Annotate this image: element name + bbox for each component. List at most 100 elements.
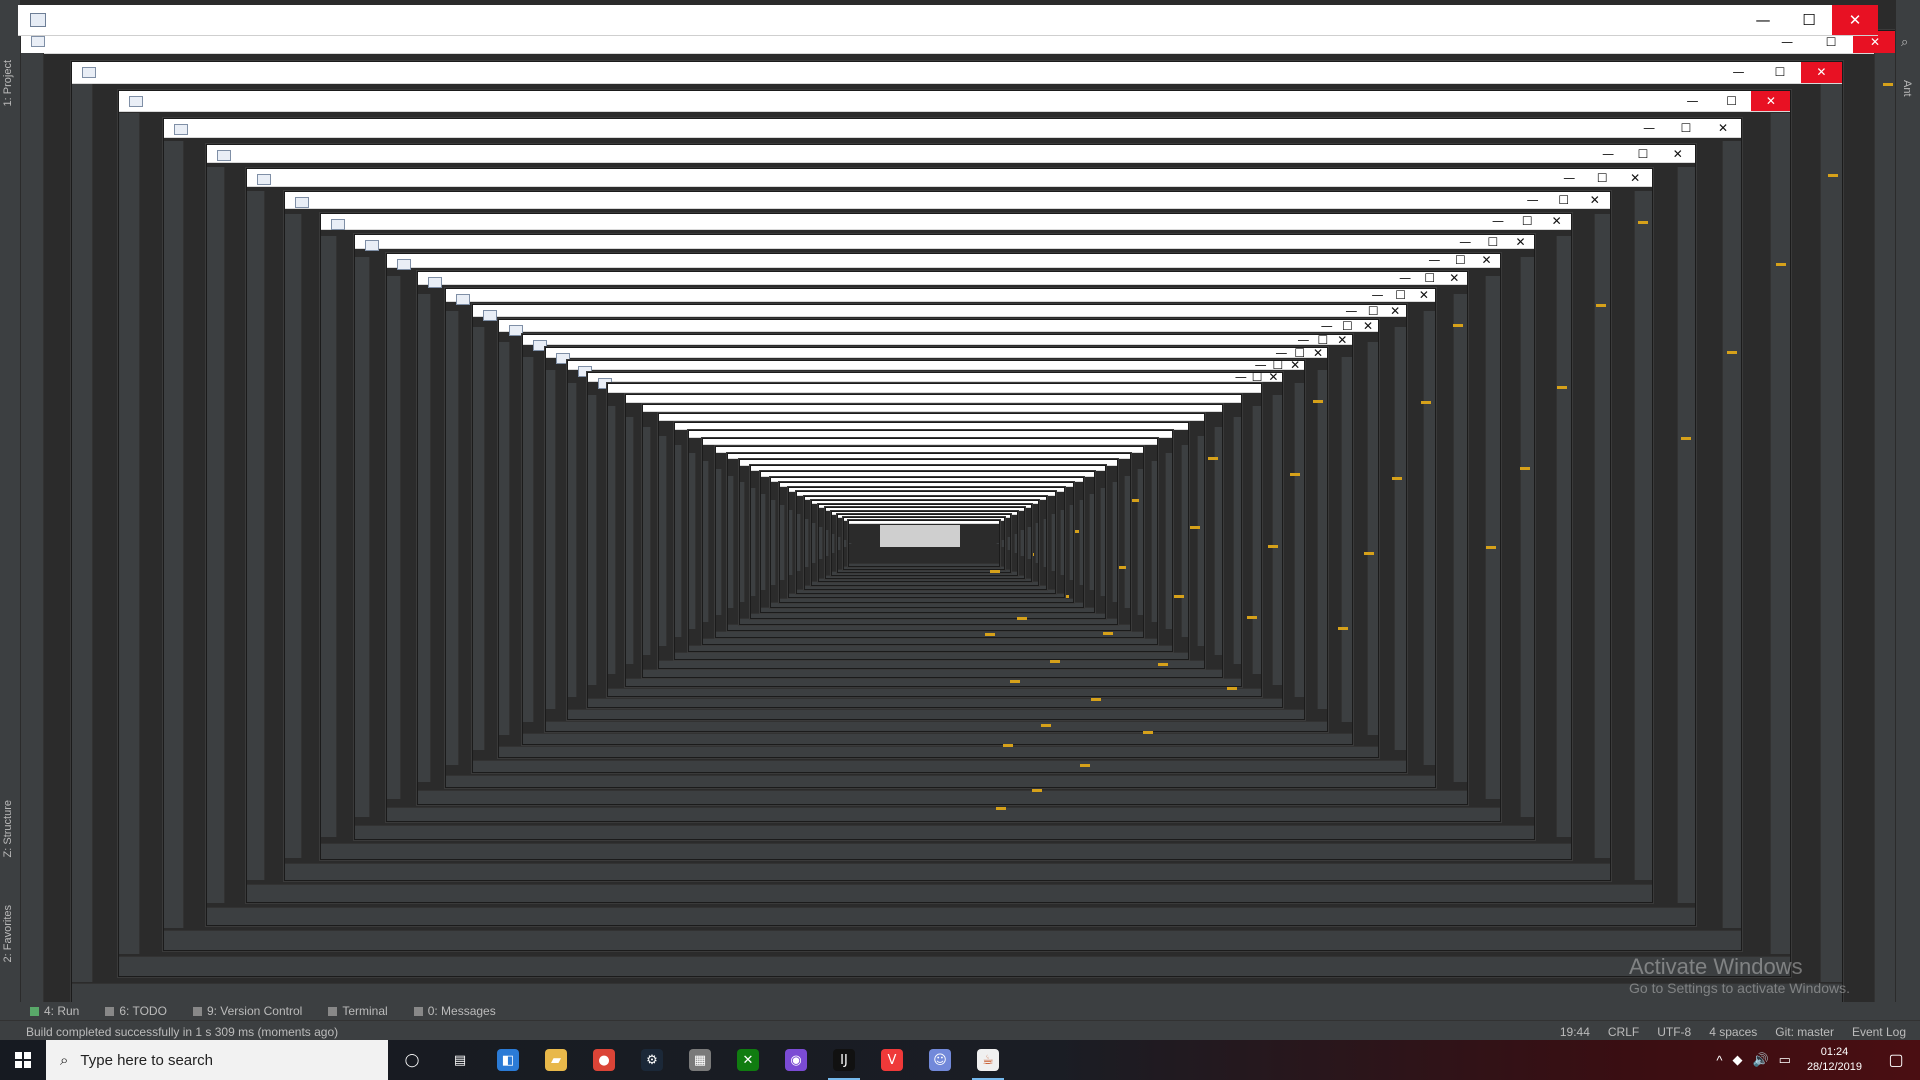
tool-window-terminal[interactable]: Terminal <box>328 1004 388 1018</box>
store-taskbar-button[interactable]: ◧ <box>484 1040 532 1080</box>
nested-left-strip <box>843 539 847 547</box>
nested-right-strip <box>1059 504 1074 598</box>
nested-right-strip <box>1820 84 1843 983</box>
nested-app-icon <box>129 96 144 108</box>
window-title-bar[interactable]: — ☐ ✕ <box>18 5 1878 36</box>
nested-status-bar <box>499 746 1379 758</box>
nested-app-icon <box>31 36 45 47</box>
nested-minimize-button: — <box>1399 271 1412 286</box>
nested-left-strip <box>119 113 140 955</box>
search-icon[interactable]: ⌕ <box>1901 34 1908 50</box>
discord-icon: ☺ <box>929 1049 951 1071</box>
recursive-window-tunnel: — ☐ ✕ — ☐ ✕ — ☐ ✕ — ☐ ✕ — ☐ ✕ — ☐ ✕ — ☐ ✕ — ☐ ✕ — ☐ ✕ — ☐ ✕ — ☐ ✕ — ☐ ✕ — ☐ ✕ —… <box>0 0 1920 1040</box>
nested-maximize-button: ☐ <box>1680 121 1692 136</box>
nested-title-bar: — ☐ ✕ <box>285 192 1611 209</box>
nested-close-button: ✕ <box>1337 332 1348 347</box>
nested-maximize-button: ☐ <box>1596 170 1608 185</box>
cortana-taskbar-button[interactable]: ◯ <box>388 1040 436 1080</box>
nested-title-bar: — ☐ ✕ <box>164 118 1742 139</box>
nested-left-strip <box>739 482 746 602</box>
java-taskbar-button[interactable]: ☕ <box>964 1040 1012 1080</box>
nested-right-strip <box>1016 526 1031 620</box>
nested-right-strip <box>1267 394 1282 686</box>
media-taskbar-button[interactable]: ◉ <box>772 1040 820 1080</box>
nested-left-strip <box>788 509 794 576</box>
nested-left-strip <box>805 518 809 567</box>
nested-marker <box>1208 456 1219 460</box>
nested-minimize-button: — <box>1643 121 1656 136</box>
nested-status-bar <box>321 843 1572 859</box>
maximize-button[interactable]: ☐ <box>1786 5 1832 35</box>
vivaldi-taskbar-button[interactable]: V <box>868 1040 916 1080</box>
file-explorer-taskbar-button[interactable]: ▰ <box>532 1040 580 1080</box>
nested-marker <box>1828 174 1839 178</box>
volume-icon[interactable]: 🔊 <box>1752 1052 1768 1068</box>
start-button[interactable] <box>0 1040 46 1080</box>
nested-minimize-button: — <box>1428 253 1441 268</box>
nested-marker <box>1091 698 1102 702</box>
taskbar-search[interactable]: ⌕ <box>46 1040 388 1080</box>
event-log-button[interactable]: Event Log <box>1852 1025 1906 1039</box>
nested-left-strip <box>321 236 337 837</box>
nested-marker <box>1392 477 1403 481</box>
clock[interactable]: 01:24 28/12/2019 <box>1801 1045 1868 1075</box>
nested-maximize-button: ☐ <box>1395 287 1407 302</box>
nested-left-strip <box>417 294 431 782</box>
tool-window-messages[interactable]: 0: Messages <box>413 1004 496 1018</box>
left-tool-strip: 1: Project Z: Structure 2: Favorites <box>0 0 21 1028</box>
nested-maximize-button: ☐ <box>1367 303 1379 318</box>
indent-setting[interactable]: 4 spaces <box>1709 1025 1757 1039</box>
java-icon: ☕ <box>977 1049 999 1071</box>
nested-right-strip <box>1091 488 1106 702</box>
nested-minimize-button: — <box>1459 234 1472 249</box>
nested-close-button: ✕ <box>1290 358 1301 373</box>
nested-marker <box>1557 386 1568 390</box>
file-encoding[interactable]: UTF-8 <box>1657 1025 1691 1039</box>
close-button[interactable]: ✕ <box>1832 5 1878 35</box>
nested-status-bar <box>702 637 1158 644</box>
nested-maximize-button: ☐ <box>1726 94 1738 109</box>
minimize-button[interactable]: — <box>1740 5 1786 35</box>
ant-tool-button[interactable]: Ant <box>1901 80 1913 97</box>
discord-taskbar-button[interactable]: ☺ <box>916 1040 964 1080</box>
chrome-taskbar-button[interactable]: ● <box>580 1040 628 1080</box>
nested-right-strip <box>1634 191 1652 880</box>
store-icon: ◧ <box>497 1049 519 1071</box>
steam-taskbar-button[interactable]: ⚙ <box>628 1040 676 1080</box>
nested-close-button: ✕ <box>1268 369 1279 384</box>
nested-marker <box>1143 731 1154 735</box>
nested-title-bar <box>689 431 1172 438</box>
nested-marker <box>1289 472 1300 476</box>
chevron-up-icon[interactable]: ^ <box>1716 1053 1722 1068</box>
nested-status-bar <box>285 863 1611 880</box>
nested-close-button: ✕ <box>1481 253 1492 268</box>
xbox-taskbar-button[interactable]: ✕ <box>724 1040 772 1080</box>
nested-title-bar: — ☐ ✕ <box>446 287 1436 306</box>
structure-tool-button[interactable]: Z: Structure <box>2 800 14 857</box>
nested-marker <box>1681 436 1692 440</box>
nested-close-button: ✕ <box>1313 345 1324 360</box>
notification-icon[interactable]: ▢ <box>1878 1040 1914 1080</box>
nested-status-bar <box>446 774 1436 788</box>
nested-right-strip <box>996 536 1011 810</box>
dropbox-icon[interactable]: ◆ <box>1732 1052 1742 1068</box>
tool-window-version-control[interactable]: 9: Version Control <box>192 1004 302 1018</box>
nested-maximize-button: ☐ <box>1558 193 1570 208</box>
task-view-taskbar-button[interactable]: ▤ <box>436 1040 484 1080</box>
app-taskbar-button[interactable]: ▦ <box>676 1040 724 1080</box>
git-branch[interactable]: Git: master <box>1775 1025 1834 1039</box>
caret-position[interactable]: 19:44 <box>1560 1025 1590 1039</box>
intellij-taskbar-button[interactable]: IJ <box>820 1040 868 1080</box>
build-status-message[interactable]: Build completed successfully in 1 s 309 … <box>0 1025 1560 1039</box>
nested-app-icon <box>295 197 310 209</box>
search-input[interactable] <box>78 1050 343 1070</box>
network-icon[interactable]: ▭ <box>1779 1052 1791 1068</box>
nested-marker <box>990 569 1001 573</box>
chrome-icon: ● <box>593 1049 615 1071</box>
tool-window-todo[interactable]: 6: TODO <box>105 1004 167 1018</box>
tool-window-run[interactable]: 4: Run <box>30 1004 79 1018</box>
nested-status-bar <box>417 790 1467 804</box>
favorites-tool-button[interactable]: 2: Favorites <box>2 905 14 962</box>
project-tool-button[interactable]: 1: Project <box>2 60 14 106</box>
line-separator[interactable]: CRLF <box>1608 1025 1639 1039</box>
